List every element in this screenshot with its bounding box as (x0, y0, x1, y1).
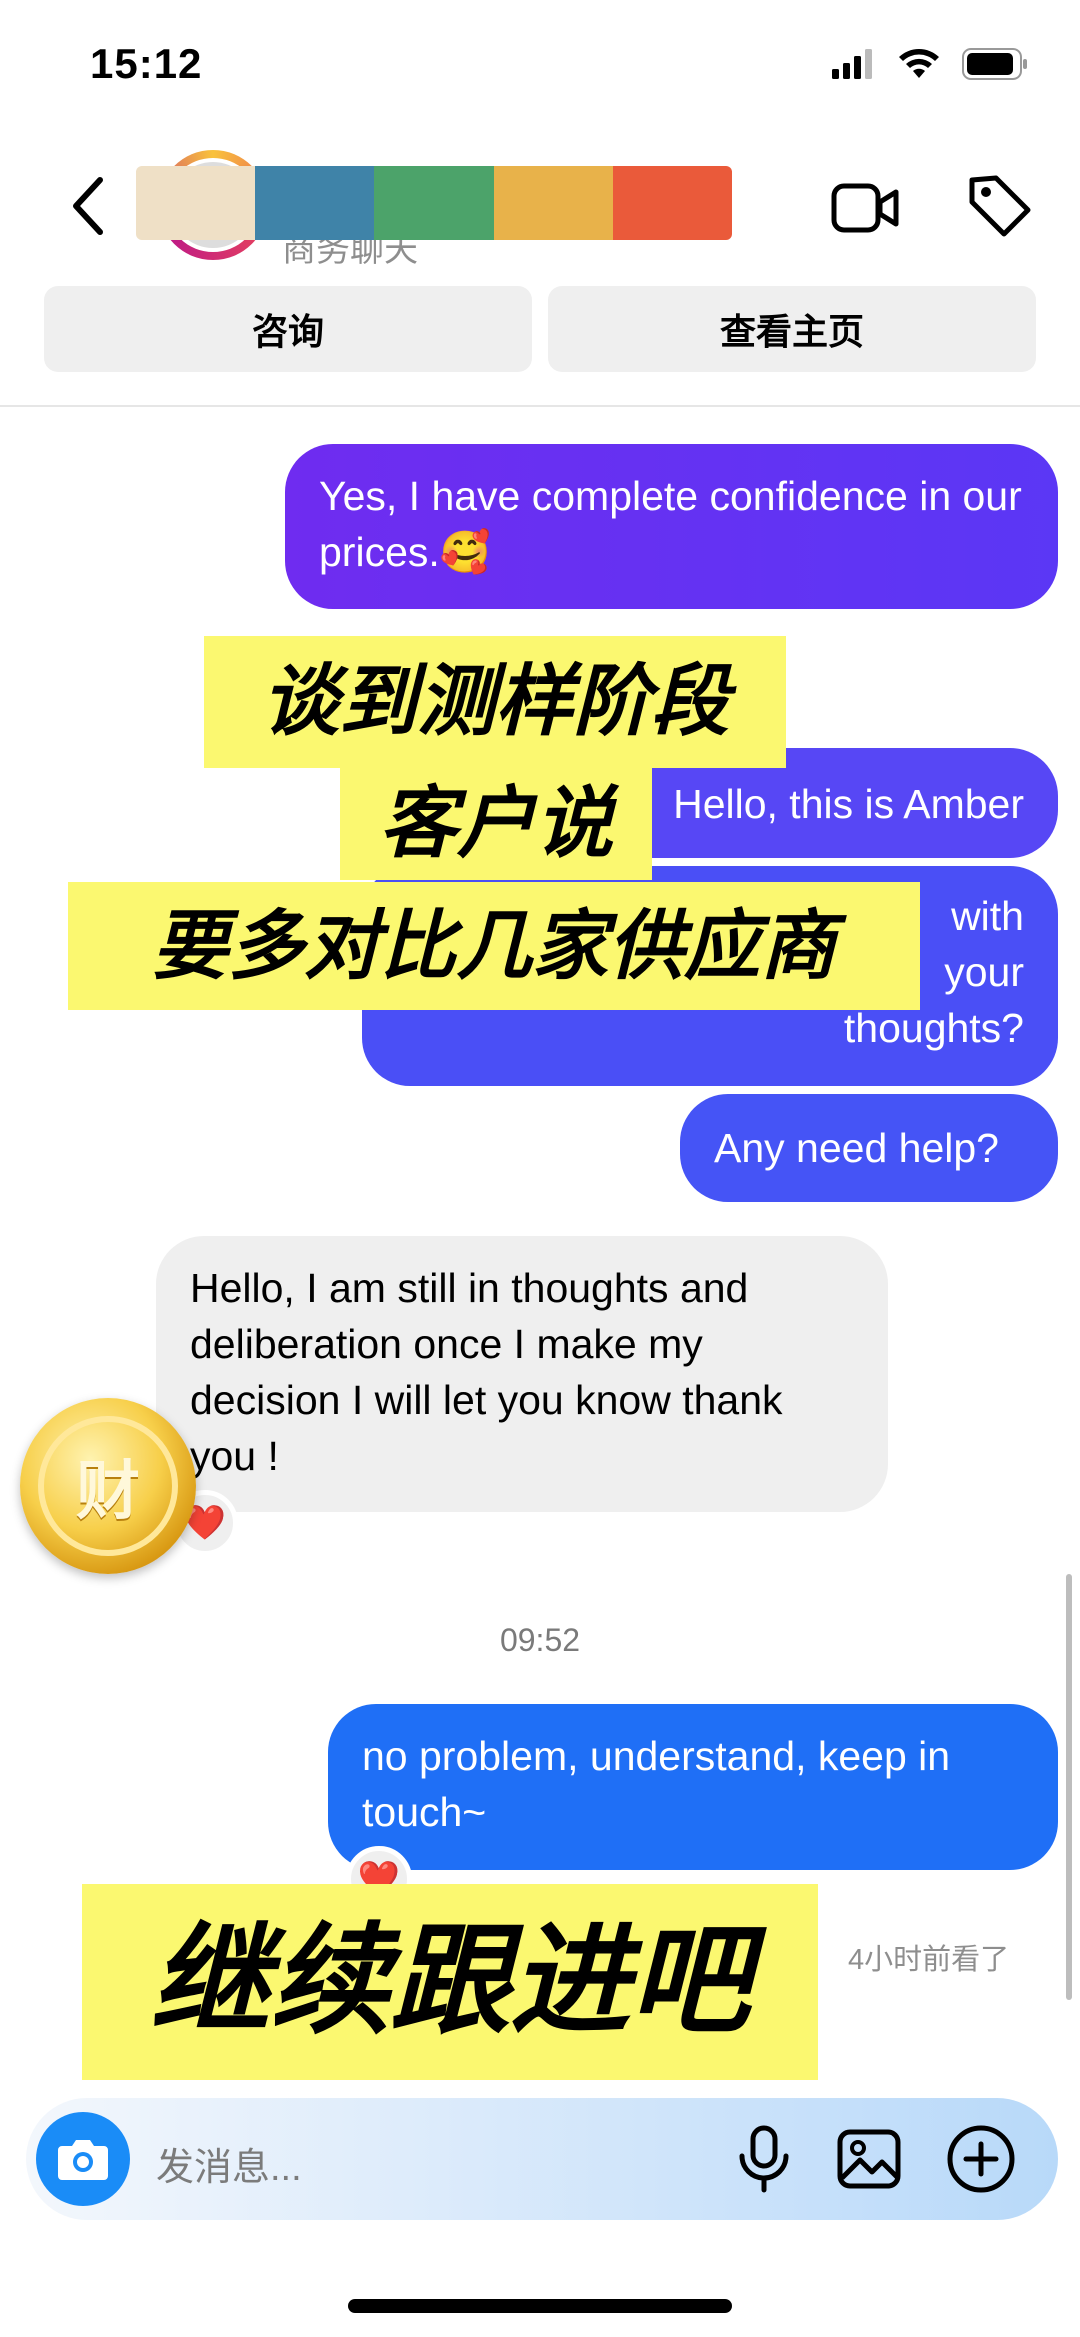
header-divider (0, 405, 1080, 407)
plus-circle-icon[interactable] (946, 2124, 1016, 2194)
coin-sticker: 财 (20, 1398, 196, 1574)
header-tabs: 咨询 查看主页 (44, 286, 1036, 372)
overlay-caption: 谈到测样阶段 (204, 636, 786, 768)
message-bubble-sent[interactable]: Any need help? (680, 1094, 1058, 1202)
message-bubble-sent[interactable]: no problem, understand, keep in touch~ (328, 1704, 1058, 1870)
tab-view-profile[interactable]: 查看主页 (548, 286, 1036, 372)
overlay-caption: 客户说 (340, 768, 652, 880)
camera-icon (58, 2140, 108, 2180)
coin-label: 财 (38, 1416, 178, 1556)
timestamp: 09:52 (499, 1622, 581, 1658)
tab-consult[interactable]: 咨询 (44, 286, 532, 372)
overlay-caption: 要多对比几家供应商 (68, 882, 920, 1010)
video-call-icon[interactable] (830, 178, 900, 238)
message-bubble-received[interactable]: Hello, I am still in thoughts and delibe… (156, 1236, 888, 1512)
back-button[interactable] (64, 176, 114, 236)
wifi-icon (899, 49, 939, 78)
status-time: 15:12 (90, 40, 203, 87)
redacted-username (136, 166, 732, 240)
home-indicator[interactable] (348, 2299, 732, 2313)
gallery-icon[interactable] (836, 2128, 902, 2190)
scrollbar[interactable] (1066, 1574, 1072, 2000)
message-input[interactable]: 发消息... (156, 2136, 302, 2191)
signal-icon (832, 49, 872, 79)
camera-button[interactable] (36, 2112, 130, 2206)
tag-icon[interactable] (966, 172, 1032, 238)
status-icons (832, 48, 1028, 80)
message-bubble-sent[interactable]: Yes, I have complete confidence in our p… (285, 444, 1058, 609)
microphone-icon[interactable] (736, 2124, 792, 2194)
overlay-caption: 继续跟进吧 (82, 1884, 818, 2080)
seen-status: 4小时前看了 (848, 1944, 1010, 1976)
battery-icon (962, 48, 1027, 80)
